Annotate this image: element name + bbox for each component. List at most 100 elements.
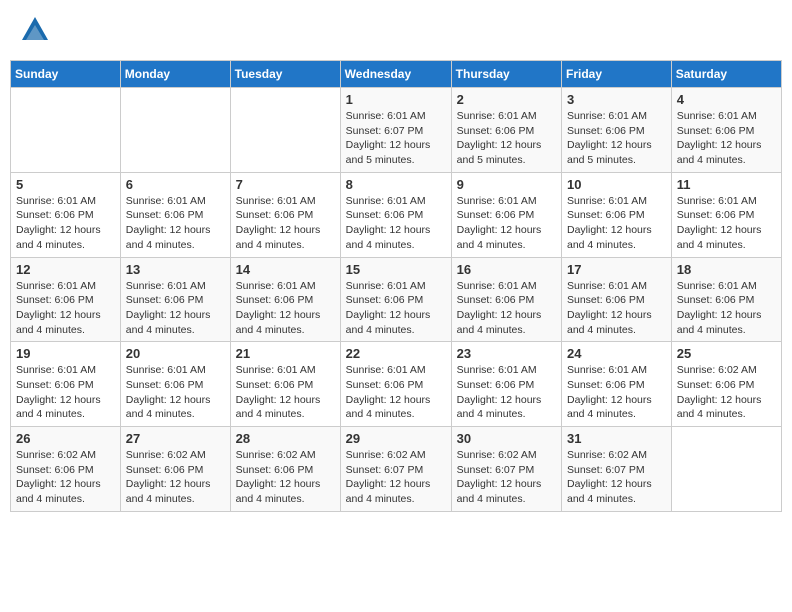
day-detail: Sunrise: 6:01 AM Sunset: 6:06 PM Dayligh… xyxy=(677,109,776,168)
day-detail: Sunrise: 6:01 AM Sunset: 6:06 PM Dayligh… xyxy=(677,194,776,253)
day-detail: Sunrise: 6:01 AM Sunset: 6:07 PM Dayligh… xyxy=(346,109,446,168)
weekday-header-wednesday: Wednesday xyxy=(340,61,451,88)
calendar-cell: 8 Sunrise: 6:01 AM Sunset: 6:06 PM Daylig… xyxy=(340,172,451,257)
day-number: 3 xyxy=(567,92,666,107)
calendar-cell xyxy=(230,88,340,173)
calendar-cell: 19 Sunrise: 6:01 AM Sunset: 6:06 PM Dayli… xyxy=(11,342,121,427)
calendar-cell: 3 Sunrise: 6:01 AM Sunset: 6:06 PM Daylig… xyxy=(562,88,672,173)
weekday-header-friday: Friday xyxy=(562,61,672,88)
day-number: 16 xyxy=(457,262,556,277)
day-number: 4 xyxy=(677,92,776,107)
calendar-cell: 14 Sunrise: 6:01 AM Sunset: 6:06 PM Dayli… xyxy=(230,257,340,342)
day-number: 13 xyxy=(126,262,225,277)
day-number: 6 xyxy=(126,177,225,192)
day-detail: Sunrise: 6:01 AM Sunset: 6:06 PM Dayligh… xyxy=(567,109,666,168)
day-detail: Sunrise: 6:01 AM Sunset: 6:06 PM Dayligh… xyxy=(346,194,446,253)
day-detail: Sunrise: 6:01 AM Sunset: 6:06 PM Dayligh… xyxy=(126,194,225,253)
day-detail: Sunrise: 6:02 AM Sunset: 6:06 PM Dayligh… xyxy=(16,448,115,507)
weekday-header-monday: Monday xyxy=(120,61,230,88)
day-detail: Sunrise: 6:01 AM Sunset: 6:06 PM Dayligh… xyxy=(126,363,225,422)
day-number: 17 xyxy=(567,262,666,277)
calendar-cell: 16 Sunrise: 6:01 AM Sunset: 6:06 PM Dayli… xyxy=(451,257,561,342)
logo-icon xyxy=(20,15,50,45)
day-number: 1 xyxy=(346,92,446,107)
day-number: 2 xyxy=(457,92,556,107)
calendar-cell xyxy=(11,88,121,173)
day-number: 11 xyxy=(677,177,776,192)
day-detail: Sunrise: 6:01 AM Sunset: 6:06 PM Dayligh… xyxy=(16,363,115,422)
day-number: 29 xyxy=(346,431,446,446)
day-number: 5 xyxy=(16,177,115,192)
day-detail: Sunrise: 6:01 AM Sunset: 6:06 PM Dayligh… xyxy=(567,279,666,338)
calendar-cell: 7 Sunrise: 6:01 AM Sunset: 6:06 PM Daylig… xyxy=(230,172,340,257)
day-detail: Sunrise: 6:01 AM Sunset: 6:06 PM Dayligh… xyxy=(457,279,556,338)
day-detail: Sunrise: 6:01 AM Sunset: 6:06 PM Dayligh… xyxy=(126,279,225,338)
calendar-cell: 4 Sunrise: 6:01 AM Sunset: 6:06 PM Daylig… xyxy=(671,88,781,173)
calendar-cell: 11 Sunrise: 6:01 AM Sunset: 6:06 PM Dayli… xyxy=(671,172,781,257)
day-number: 12 xyxy=(16,262,115,277)
day-number: 21 xyxy=(236,346,335,361)
page-header xyxy=(10,10,782,50)
calendar-cell: 30 Sunrise: 6:02 AM Sunset: 6:07 PM Dayli… xyxy=(451,427,561,512)
calendar-week-row: 19 Sunrise: 6:01 AM Sunset: 6:06 PM Dayli… xyxy=(11,342,782,427)
day-number: 20 xyxy=(126,346,225,361)
day-detail: Sunrise: 6:02 AM Sunset: 6:06 PM Dayligh… xyxy=(236,448,335,507)
day-detail: Sunrise: 6:01 AM Sunset: 6:06 PM Dayligh… xyxy=(457,109,556,168)
calendar-cell: 15Sunrise: 6:01 AM Sunset: 6:06 PM Dayli… xyxy=(340,257,451,342)
day-number: 27 xyxy=(126,431,225,446)
day-number: 31 xyxy=(567,431,666,446)
day-number: 7 xyxy=(236,177,335,192)
calendar-cell: 13 Sunrise: 6:01 AM Sunset: 6:06 PM Dayli… xyxy=(120,257,230,342)
day-number: 26 xyxy=(16,431,115,446)
day-detail: Sunrise: 6:02 AM Sunset: 6:07 PM Dayligh… xyxy=(457,448,556,507)
day-number: 25 xyxy=(677,346,776,361)
weekday-header-saturday: Saturday xyxy=(671,61,781,88)
day-detail: Sunrise: 6:01 AM Sunset: 6:06 PM Dayligh… xyxy=(346,363,446,422)
calendar-week-row: 12 Sunrise: 6:01 AM Sunset: 6:06 PM Dayli… xyxy=(11,257,782,342)
day-detail: Sunrise: 6:01 AM Sunset: 6:06 PM Dayligh… xyxy=(457,363,556,422)
calendar-cell: 26 Sunrise: 6:02 AM Sunset: 6:06 PM Dayli… xyxy=(11,427,121,512)
day-number: 8 xyxy=(346,177,446,192)
calendar-cell xyxy=(120,88,230,173)
day-detail: Sunrise: 6:01 AM Sunset: 6:06 PM Dayligh… xyxy=(346,279,446,338)
calendar-week-row: 26 Sunrise: 6:02 AM Sunset: 6:06 PM Dayli… xyxy=(11,427,782,512)
day-number: 22 xyxy=(346,346,446,361)
calendar-cell: 21Sunrise: 6:01 AM Sunset: 6:06 PM Dayli… xyxy=(230,342,340,427)
day-detail: Sunrise: 6:02 AM Sunset: 6:07 PM Dayligh… xyxy=(346,448,446,507)
day-number: 10 xyxy=(567,177,666,192)
calendar-cell: 9 Sunrise: 6:01 AM Sunset: 6:06 PM Daylig… xyxy=(451,172,561,257)
calendar-cell: 6 Sunrise: 6:01 AM Sunset: 6:06 PM Daylig… xyxy=(120,172,230,257)
calendar-week-row: 5 Sunrise: 6:01 AM Sunset: 6:06 PM Daylig… xyxy=(11,172,782,257)
calendar-cell: 17 Sunrise: 6:01 AM Sunset: 6:06 PM Dayli… xyxy=(562,257,672,342)
calendar-cell: 22 Sunrise: 6:01 AM Sunset: 6:06 PM Dayli… xyxy=(340,342,451,427)
weekday-header-tuesday: Tuesday xyxy=(230,61,340,88)
calendar-cell: 24 Sunrise: 6:01 AM Sunset: 6:06 PM Dayli… xyxy=(562,342,672,427)
calendar-cell: 12Sunrise: 6:01 AM Sunset: 6:06 PM Dayli… xyxy=(11,257,121,342)
day-detail: Sunrise: 6:02 AM Sunset: 6:06 PM Dayligh… xyxy=(126,448,225,507)
day-number: 14 xyxy=(236,262,335,277)
calendar-cell: 25 Sunrise: 6:02 AM Sunset: 6:06 PM Dayli… xyxy=(671,342,781,427)
calendar-cell: 5Sunrise: 6:01 AM Sunset: 6:06 PM Daylig… xyxy=(11,172,121,257)
day-number: 19 xyxy=(16,346,115,361)
calendar-cell: 2 Sunrise: 6:01 AM Sunset: 6:06 PM Daylig… xyxy=(451,88,561,173)
calendar-cell: 18Sunrise: 6:01 AM Sunset: 6:06 PM Dayli… xyxy=(671,257,781,342)
day-detail: Sunrise: 6:01 AM Sunset: 6:06 PM Dayligh… xyxy=(457,194,556,253)
calendar-cell xyxy=(671,427,781,512)
day-number: 24 xyxy=(567,346,666,361)
day-detail: Sunrise: 6:01 AM Sunset: 6:06 PM Dayligh… xyxy=(236,279,335,338)
day-detail: Sunrise: 6:01 AM Sunset: 6:06 PM Dayligh… xyxy=(567,363,666,422)
day-detail: Sunrise: 6:01 AM Sunset: 6:06 PM Dayligh… xyxy=(567,194,666,253)
calendar-cell: 31 Sunrise: 6:02 AM Sunset: 6:07 PM Dayli… xyxy=(562,427,672,512)
calendar-cell: 29 Sunrise: 6:02 AM Sunset: 6:07 PM Dayli… xyxy=(340,427,451,512)
day-detail: Sunrise: 6:02 AM Sunset: 6:06 PM Dayligh… xyxy=(677,363,776,422)
calendar-cell: 20 Sunrise: 6:01 AM Sunset: 6:06 PM Dayli… xyxy=(120,342,230,427)
day-detail: Sunrise: 6:01 AM Sunset: 6:06 PM Dayligh… xyxy=(236,194,335,253)
day-number: 9 xyxy=(457,177,556,192)
weekday-header-thursday: Thursday xyxy=(451,61,561,88)
calendar-table: SundayMondayTuesdayWednesdayThursdayFrid… xyxy=(10,60,782,512)
day-number: 30 xyxy=(457,431,556,446)
calendar-cell: 27 Sunrise: 6:02 AM Sunset: 6:06 PM Dayli… xyxy=(120,427,230,512)
day-number: 28 xyxy=(236,431,335,446)
day-detail: Sunrise: 6:02 AM Sunset: 6:07 PM Dayligh… xyxy=(567,448,666,507)
calendar-cell: 10 Sunrise: 6:01 AM Sunset: 6:06 PM Dayli… xyxy=(562,172,672,257)
